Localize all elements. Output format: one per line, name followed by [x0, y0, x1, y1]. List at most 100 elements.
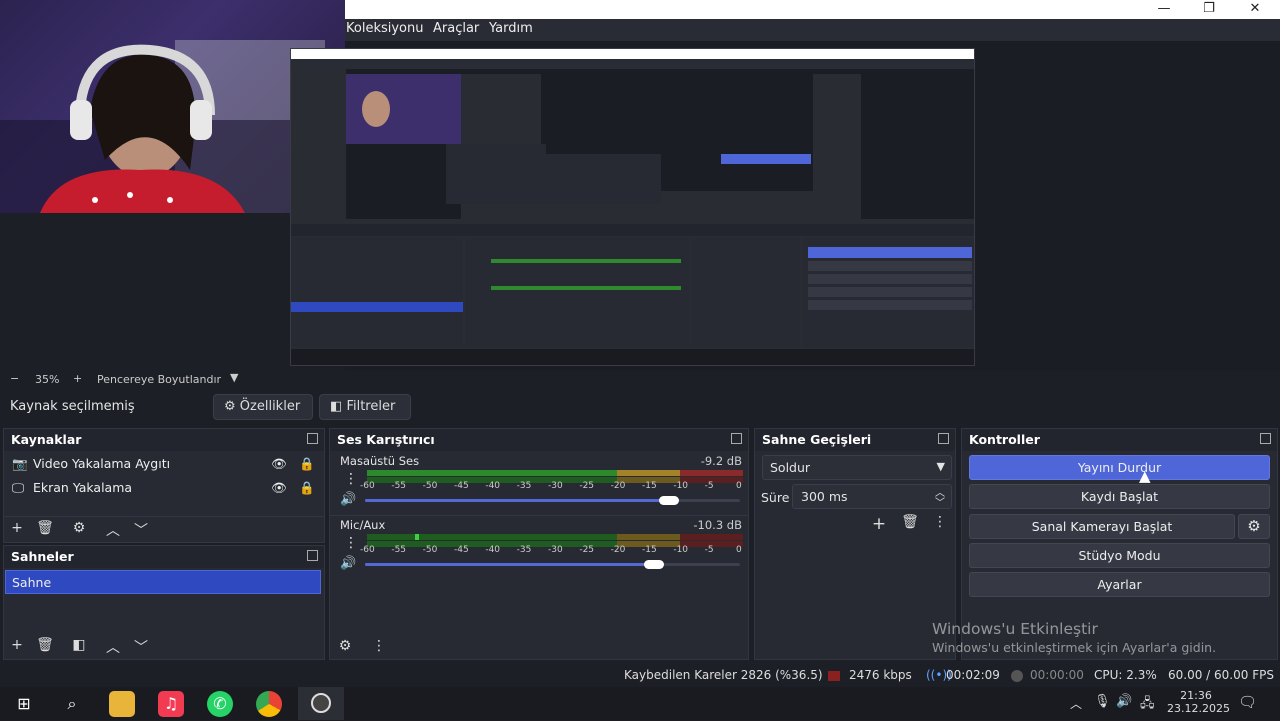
arrow-up-icon[interactable]: ︿ [103, 637, 123, 657]
tray-chevron-icon[interactable]: ︿ [1070, 695, 1082, 712]
add-icon[interactable]: + [7, 637, 27, 653]
mouse-cursor-icon: ▲ [1139, 467, 1151, 485]
whatsapp-icon[interactable]: ✆ [207, 691, 233, 717]
undock-icon[interactable] [1260, 433, 1271, 444]
lock-icon[interactable]: 🔒 [299, 476, 315, 500]
scale-tick-label: -60 [360, 481, 375, 491]
undock-icon[interactable] [307, 550, 318, 561]
minimize-button[interactable]: — [1141, 0, 1187, 19]
duration-label: Süre [761, 490, 790, 505]
trash-icon[interactable]: 🗑 [35, 637, 55, 653]
level-meter [367, 470, 617, 476]
stop-stream-button[interactable]: Yayını Durdur [969, 455, 1270, 480]
trash-icon[interactable]: 🗑 [35, 520, 55, 536]
file-explorer-icon[interactable] [109, 691, 135, 717]
scale-tick-label: -15 [642, 545, 657, 555]
kebab-menu-icon[interactable]: ⋮ [344, 535, 358, 551]
zoom-value: 35% [35, 373, 60, 386]
network-icon[interactable]: 🖧 [1140, 694, 1155, 716]
scale-tick-label: -40 [485, 545, 501, 555]
transitions-title: Sahne Geçişleri [755, 429, 955, 451]
source-item[interactable]: 🖵 Ekran Yakalama 👁 🔒 [4, 476, 324, 500]
advanced-audio-icon[interactable]: ⚙ [335, 638, 355, 654]
scene-item[interactable]: Sahne [5, 570, 321, 594]
chevron-down-icon: ▼ [936, 460, 945, 473]
scale-tick-label: -15 [642, 481, 657, 491]
settings-button[interactable]: Ayarlar [969, 572, 1270, 597]
gear-icon[interactable]: ⚙ [1238, 514, 1270, 539]
scale-tick-label: -60 [360, 545, 375, 555]
cpu-usage: CPU: 2.3% [1094, 668, 1157, 682]
clock-date: 23.12.2025 [1167, 702, 1230, 715]
search-icon[interactable]: ⌕ [59, 691, 85, 717]
nested-preview-image [290, 48, 975, 366]
undock-icon[interactable] [307, 433, 318, 444]
add-icon[interactable]: + [869, 514, 889, 534]
transition-select[interactable]: Soldur ▼ [762, 455, 952, 480]
source-item[interactable]: 📷 Video Yakalama Aygıtı 👁 🔒 [4, 452, 324, 476]
kebab-menu-icon[interactable]: ⋮ [369, 638, 389, 654]
windows-start-icon[interactable]: ⊞ [11, 691, 37, 717]
speaker-icon[interactable]: 🔊 [340, 556, 356, 571]
volume-fill [365, 499, 669, 502]
scale-tick-label: -20 [610, 545, 626, 555]
arrow-down-icon[interactable]: ﹀ [131, 520, 151, 540]
volume-knob[interactable] [658, 496, 679, 505]
eye-icon[interactable]: 👁 [271, 476, 287, 500]
zoom-mode[interactable]: Pencereye Boyutlandır [97, 373, 221, 386]
studio-mode-button[interactable]: Stüdyo Modu [969, 543, 1270, 568]
gear-icon[interactable]: ⚙ [69, 520, 89, 536]
trash-icon[interactable]: 🗑 [900, 514, 920, 530]
notifications-icon[interactable]: 🗨 [1238, 693, 1257, 711]
duration-spinbox[interactable]: 300 ms ︿ ﹀ [792, 484, 952, 509]
channel-name: Masaüstü Ses [340, 454, 420, 468]
eye-icon[interactable]: 👁 [271, 452, 287, 476]
virtual-camera-button[interactable]: Sanal Kamerayı Başlat [969, 514, 1235, 539]
volume-icon[interactable]: 🔊 [1116, 694, 1132, 709]
menu-help[interactable]: Yardım [489, 21, 533, 36]
kebab-menu-icon[interactable]: ⋮ [344, 471, 358, 487]
scale-tick-label: -45 [454, 545, 469, 555]
maximize-button[interactable]: ❐ [1186, 0, 1232, 19]
filter-icon[interactable]: ◧ [69, 637, 89, 653]
camera-icon: 📷 [12, 456, 28, 471]
mixer-title: Ses Karıştırıcı [330, 429, 748, 451]
transition-value: Soldur [770, 460, 811, 475]
volume-knob[interactable] [643, 560, 664, 569]
scale-tick-label: -55 [391, 545, 407, 555]
arrow-up-icon[interactable]: ︿ [103, 520, 123, 540]
properties-button[interactable]: ⚙ Özellikler [213, 394, 313, 420]
channel-db: -10.3 dB [693, 518, 742, 532]
speaker-icon[interactable]: 🔊 [340, 492, 356, 507]
lock-icon[interactable]: 🔒 [299, 452, 315, 476]
close-button[interactable]: ✕ [1232, 0, 1278, 19]
filter-icon: ◧ [330, 399, 343, 414]
microphone-icon[interactable]: 🎙 [1094, 694, 1111, 709]
zoom-in-button[interactable]: + [73, 372, 82, 385]
level-meter-yellow [617, 534, 680, 540]
level-meter-yellow [617, 470, 680, 476]
menu-collection[interactable]: Koleksiyonu [346, 21, 423, 36]
scale-tick-label: -30 [548, 545, 563, 555]
scale-tick-label: -5 [704, 481, 714, 491]
filters-button[interactable]: ◧ Filtreler [319, 394, 411, 420]
menu-tools[interactable]: Araçlar [433, 21, 479, 36]
chevron-down-icon[interactable]: ▼ [230, 371, 238, 384]
sources-dock: Kaynaklar 📷 Video Yakalama Aygıtı 👁 🔒 🖵 … [3, 428, 325, 543]
music-app-icon[interactable]: ♫ [158, 691, 184, 717]
source-toolbar: Kaynak seçilmemiş ⚙ Özellikler ◧ Filtrel… [0, 391, 1280, 423]
chrome-icon[interactable] [256, 691, 282, 717]
undock-icon[interactable] [731, 433, 742, 444]
arrow-down-icon[interactable]: ﹀ [131, 637, 151, 657]
chevron-down-icon[interactable]: ﹀ [935, 494, 945, 509]
zoom-out-button[interactable]: − [10, 372, 19, 385]
clock[interactable]: 21:36 23.12.2025 [1167, 689, 1230, 715]
kebab-menu-icon[interactable]: ⋮ [930, 514, 950, 530]
scale-tick-label: -40 [485, 481, 501, 491]
taskbar: ⊞ ⌕ ♫ ✆ ︿ 🎙 🔊 🖧 21:36 23.12.2025 🗨 [0, 687, 1280, 720]
obs-taskbar-item[interactable] [298, 687, 344, 720]
scene-transitions-dock: Sahne Geçişleri Soldur ▼ Süre 300 ms ︿ ﹀… [754, 428, 956, 660]
start-record-button[interactable]: Kaydı Başlat [969, 484, 1270, 509]
undock-icon[interactable] [938, 433, 949, 444]
add-icon[interactable]: + [7, 520, 27, 536]
